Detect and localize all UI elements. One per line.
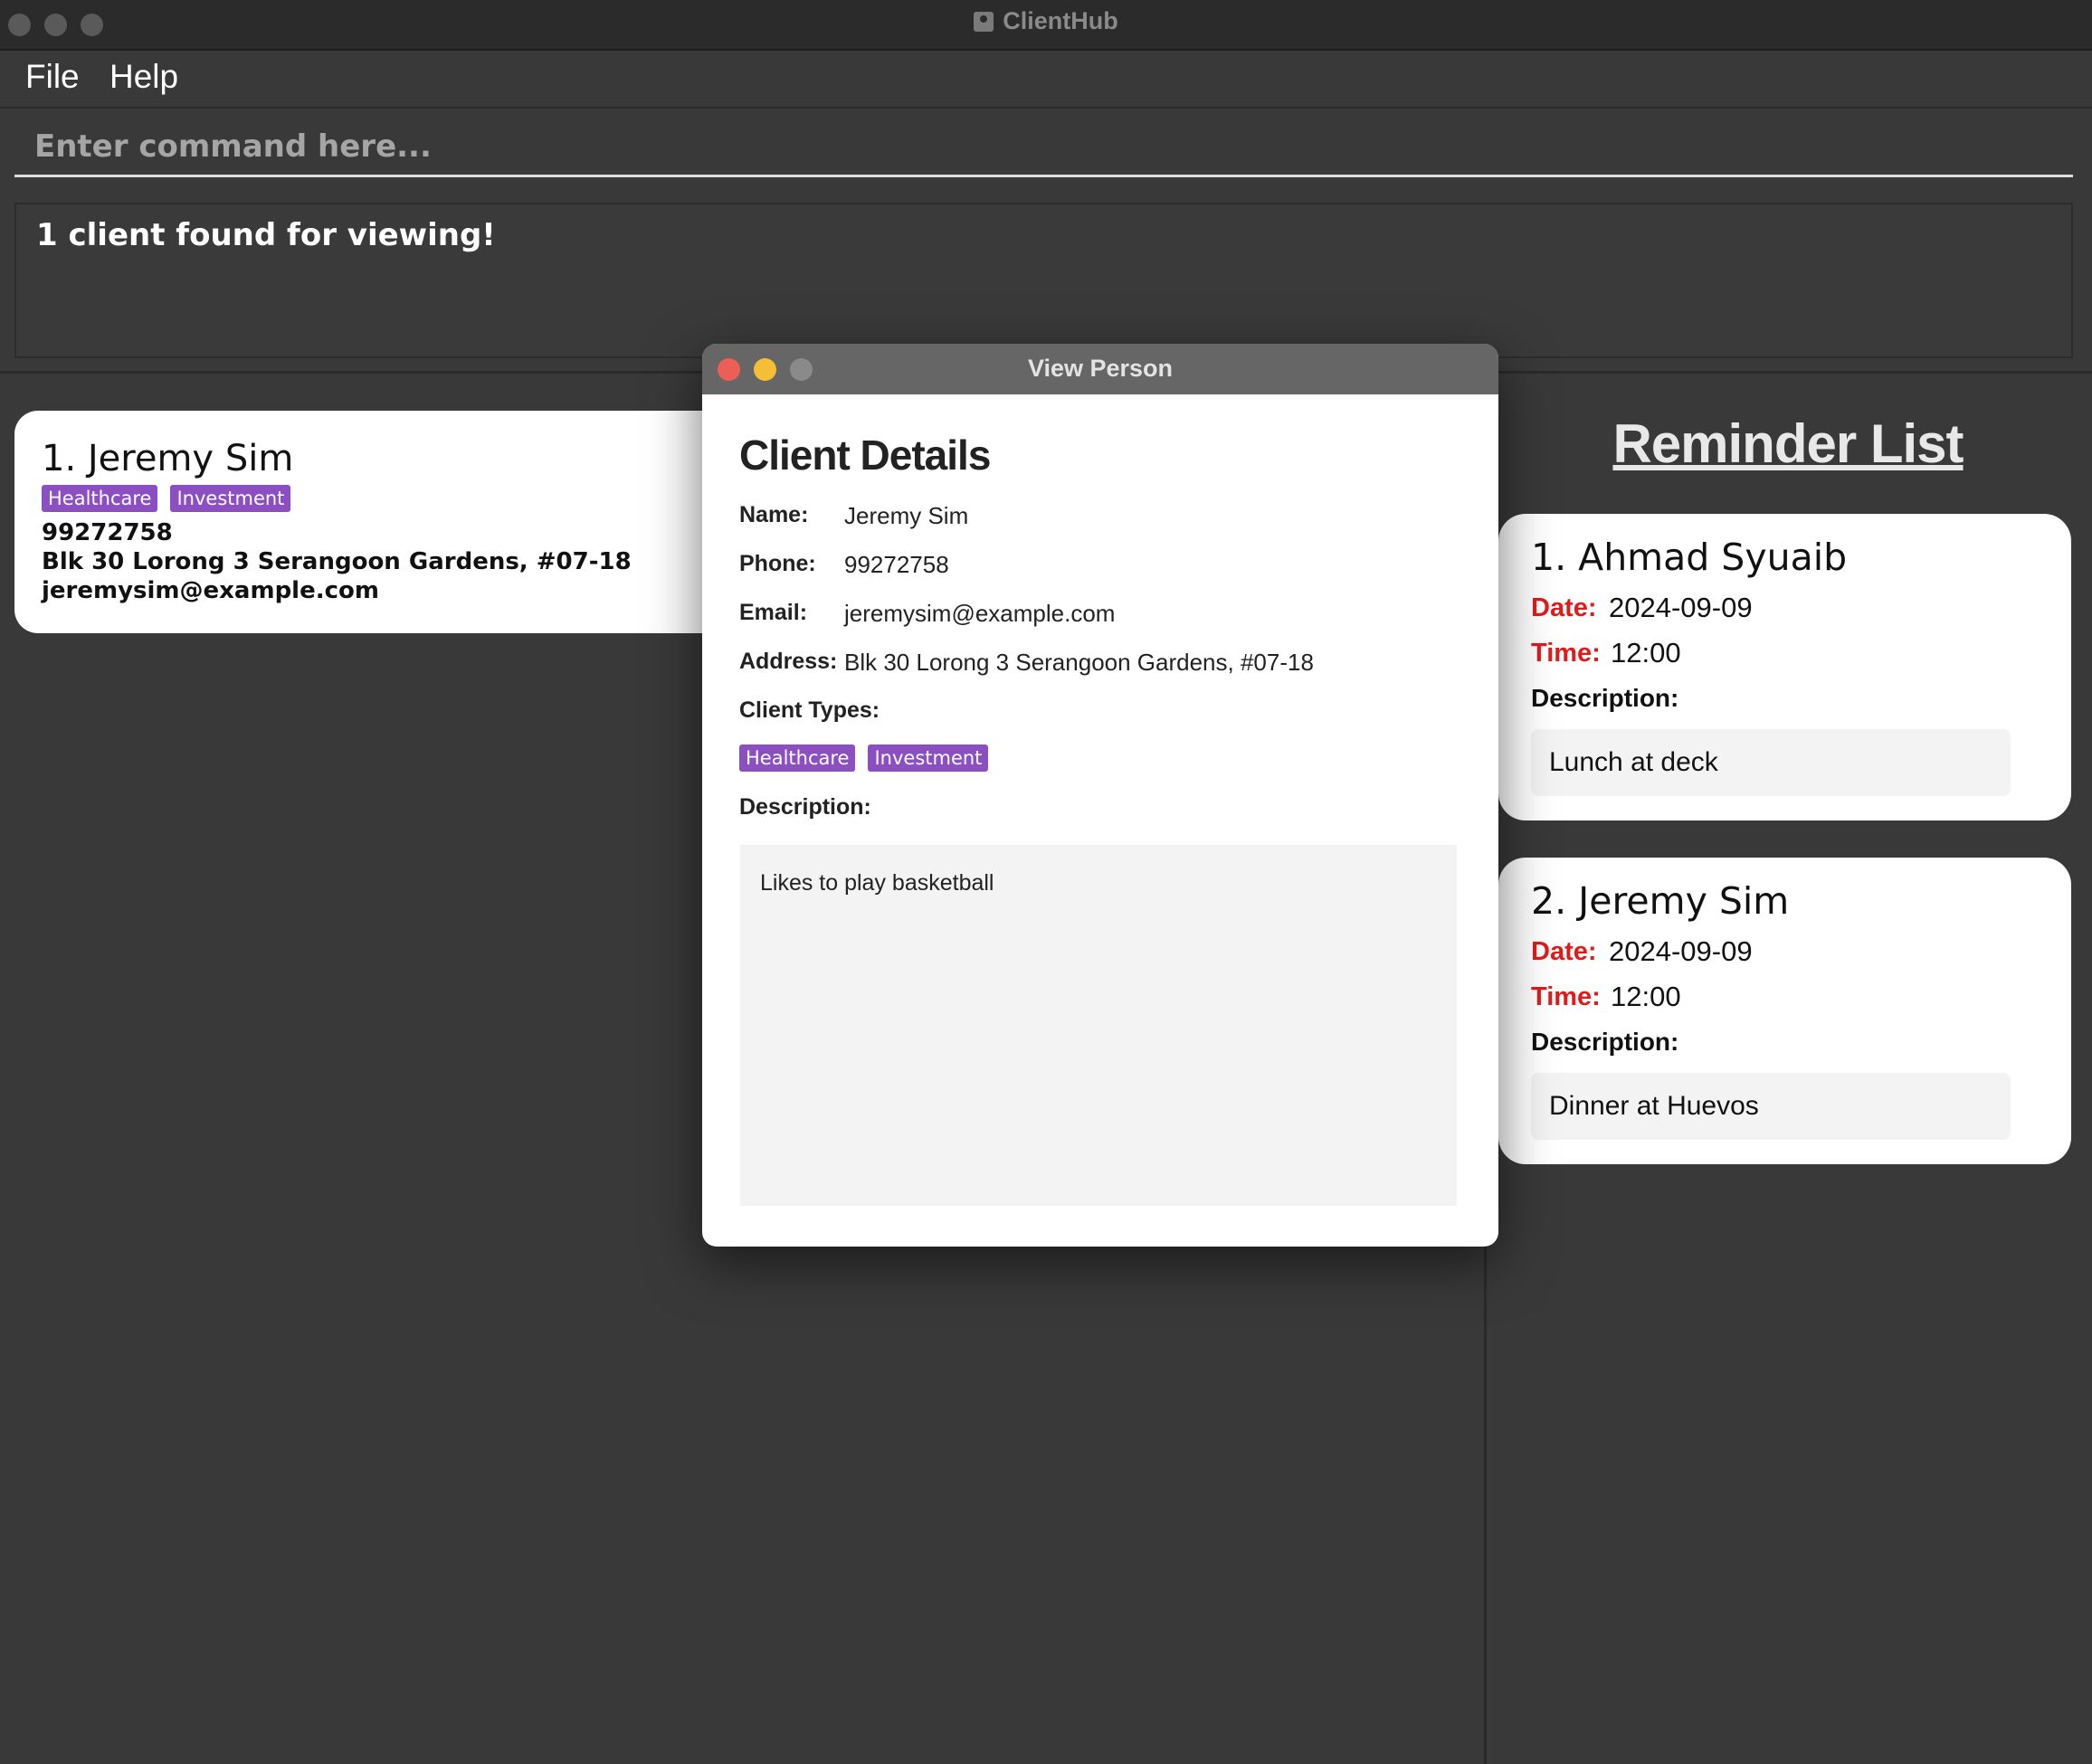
- reminder-list-title: Reminder List: [1612, 413, 1964, 474]
- description-label: Description:: [1531, 1028, 1679, 1056]
- menu-help[interactable]: Help: [109, 58, 178, 96]
- dialog-titlebar[interactable]: View Person: [702, 344, 1498, 394]
- description-label: Description:: [1531, 684, 1679, 712]
- person-tags: Healthcare Investment: [42, 485, 291, 512]
- person-card[interactable]: 1. Jeremy Sim Healthcare Investment 9927…: [14, 411, 738, 633]
- reminder-description-box: Dinner at Huevos: [1531, 1073, 2011, 1140]
- phone-label: Phone:: [739, 551, 816, 576]
- tag: Investment: [868, 744, 989, 772]
- client-name: Jeremy Sim: [844, 502, 969, 529]
- reminder-card[interactable]: 1. Ahmad Syuaib Date: 2024-09-09 Time: 1…: [1498, 514, 2071, 820]
- app-icon: [974, 12, 994, 32]
- name-label: Name:: [739, 502, 809, 527]
- reminder-name: 1. Ahmad Syuaib: [1531, 536, 1848, 579]
- client-description: Likes to play basketball: [760, 870, 994, 896]
- time-label: Time:: [1531, 982, 1601, 1011]
- date-label: Date:: [1531, 593, 1597, 622]
- window-title-text: ClientHub: [1003, 7, 1118, 34]
- dialog-title: View Person: [1027, 355, 1174, 382]
- reminder-card[interactable]: 2. Jeremy Sim Date: 2024-09-09 Time: 12:…: [1498, 858, 2071, 1164]
- client-types-label: Client Types:: [739, 697, 880, 723]
- view-person-dialog: View Person Client Details Name: Jeremy …: [702, 344, 1498, 1247]
- result-display: 1 client found for viewing!: [14, 203, 2073, 358]
- command-input[interactable]: [14, 118, 2073, 177]
- address-label: Address:: [739, 649, 838, 674]
- person-phone: 99272758: [42, 519, 173, 546]
- window-titlebar: ClientHub: [0, 0, 2092, 51]
- window-title: ClientHub: [0, 7, 2092, 35]
- person-email: jeremysim@example.com: [42, 577, 379, 604]
- reminder-description-box: Lunch at deck: [1531, 729, 2011, 796]
- date-label: Date:: [1531, 937, 1597, 966]
- client-description-box: Likes to play basketball: [740, 845, 1457, 1206]
- menu-bar: File Help: [0, 51, 2092, 109]
- reminder-name: 2. Jeremy Sim: [1531, 879, 1790, 923]
- reminder-date: 2024-09-09: [1609, 592, 1753, 623]
- person-address: Blk 30 Lorong 3 Serangoon Gardens, #07-1…: [42, 548, 632, 575]
- reminder-description: Lunch at deck: [1549, 747, 1718, 777]
- result-message: 1 client found for viewing!: [36, 217, 496, 253]
- description-label: Description:: [739, 794, 871, 820]
- client-phone: 99272758: [844, 551, 949, 578]
- tag: Healthcare: [42, 485, 158, 512]
- reminder-date: 2024-09-09: [1609, 935, 1753, 967]
- client-address: Blk 30 Lorong 3 Serangoon Gardens, #07-1…: [844, 649, 1314, 676]
- client-types: Healthcare Investment: [739, 744, 989, 772]
- client-details-heading: Client Details: [739, 432, 991, 479]
- person-name: 1. Jeremy Sim: [42, 438, 294, 479]
- reminder-time: 12:00: [1611, 981, 1681, 1012]
- reminder-description: Dinner at Huevos: [1549, 1091, 1759, 1121]
- time-label: Time:: [1531, 639, 1601, 668]
- email-label: Email:: [739, 600, 808, 625]
- tag: Investment: [170, 485, 291, 512]
- tag: Healthcare: [739, 744, 856, 772]
- reminder-time: 12:00: [1611, 637, 1681, 669]
- client-email: jeremysim@example.com: [844, 600, 1116, 627]
- menu-file[interactable]: File: [25, 58, 80, 96]
